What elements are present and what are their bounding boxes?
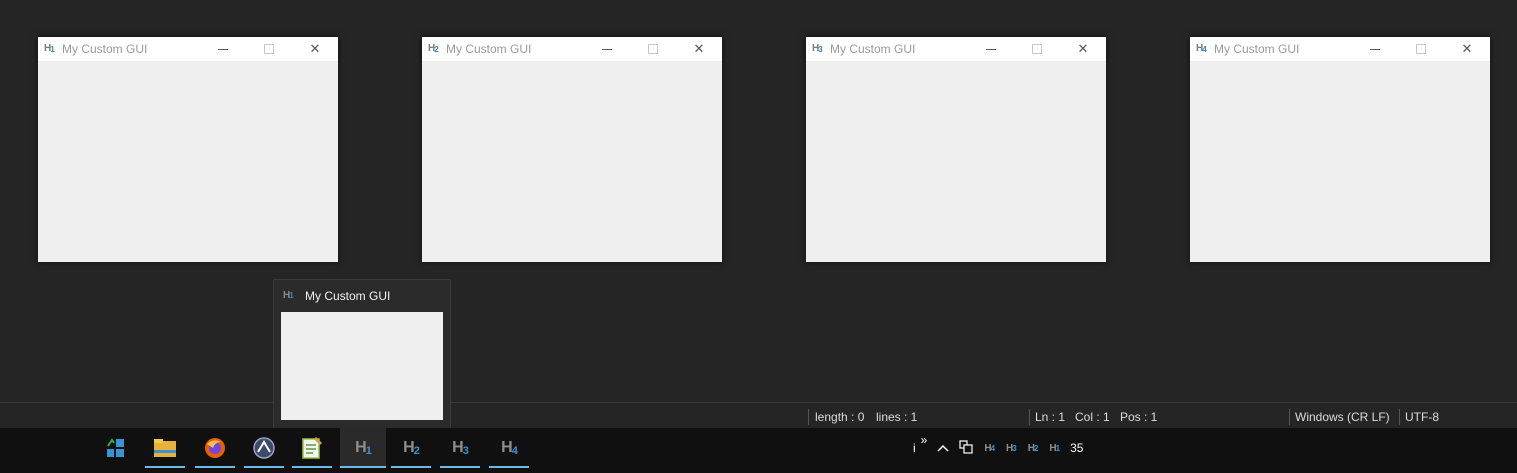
minimize-button[interactable] [200, 37, 246, 61]
close-button[interactable]: ✕ [1444, 37, 1490, 61]
maximize-button[interactable] [630, 37, 676, 61]
display-icon-button[interactable] [959, 439, 973, 457]
status-separator [1029, 409, 1030, 425]
window-title: My Custom GUI [830, 42, 916, 56]
info-icon[interactable]: i [913, 441, 916, 455]
close-button[interactable]: ✕ [676, 37, 722, 61]
window-title: My Custom GUI [1214, 42, 1300, 56]
app-icon: H1 [283, 290, 294, 301]
tray-hgui-4-icon[interactable]: H4 [984, 443, 995, 454]
running-indicator [489, 466, 529, 468]
clock[interactable]: 35 [1070, 441, 1083, 455]
app-icon: H2 [428, 43, 439, 54]
status-bar: length : 0 lines : 1 Ln : 1 Col : 1 Pos … [0, 402, 1517, 429]
hgui-2-icon: H2 [403, 439, 420, 457]
app-icon: H1 [44, 43, 55, 54]
system-tray: i » H4 H3 H2 H1 35 [908, 428, 1088, 468]
tray-hgui-3-icon[interactable]: H3 [1006, 443, 1017, 454]
hgui-4-button[interactable]: H4 [489, 428, 529, 468]
notepad-plus-plus-button[interactable] [292, 428, 332, 468]
window-client-area [422, 61, 722, 262]
status-encoding[interactable]: UTF-8 [1405, 410, 1439, 424]
running-indicator [244, 466, 284, 468]
maximize-button[interactable] [1014, 37, 1060, 61]
gui-window-4[interactable]: H4 My Custom GUI ✕ [1190, 37, 1490, 262]
maximize-icon [648, 44, 658, 54]
window-client-area [806, 61, 1106, 262]
hgui-1-icon: H1 [355, 439, 372, 457]
window-title: My Custom GUI [446, 42, 532, 56]
title-bar[interactable]: H2 My Custom GUI ✕ [422, 37, 722, 61]
autohotkey-button[interactable] [244, 428, 284, 468]
file-explorer-button[interactable] [145, 428, 185, 468]
app-icon: H4 [1196, 43, 1207, 54]
minimize-icon [1370, 48, 1380, 50]
status-eol[interactable]: Windows (CR LF) [1295, 410, 1390, 424]
status-line-number: Ln : 1 [1035, 410, 1066, 424]
chevron-up-icon [937, 444, 949, 452]
status-lines: lines : 1 [876, 410, 918, 424]
notepad-plus-plus-icon [302, 436, 323, 459]
maximize-icon [1032, 44, 1042, 54]
title-bar[interactable]: H3 My Custom GUI ✕ [806, 37, 1106, 61]
hgui-3-icon: H3 [452, 439, 469, 457]
firefox-button[interactable] [195, 428, 235, 468]
app-icon: H3 [812, 43, 823, 54]
running-indicator [145, 466, 185, 468]
file-explorer-icon [154, 439, 176, 457]
minimize-icon [218, 48, 228, 50]
maximize-icon [1416, 44, 1426, 54]
hgui-4-icon: H4 [501, 439, 518, 457]
running-indicator [340, 466, 386, 468]
status-separator [808, 409, 809, 425]
close-icon: ✕ [693, 41, 705, 56]
task-view-button[interactable] [96, 428, 136, 468]
title-bar[interactable]: H1 My Custom GUI ✕ [38, 37, 338, 61]
close-icon: ✕ [309, 41, 321, 56]
minimize-button[interactable] [584, 37, 630, 61]
gui-window-2[interactable]: H2 My Custom GUI ✕ [422, 37, 722, 262]
windows-display-icon [959, 439, 973, 454]
running-indicator [195, 466, 235, 468]
minimize-button[interactable] [968, 37, 1014, 61]
firefox-icon [205, 438, 225, 458]
gui-window-3[interactable]: H3 My Custom GUI ✕ [806, 37, 1106, 262]
chevron-icon[interactable]: » [921, 433, 928, 447]
minimize-icon [986, 48, 996, 50]
running-indicator [292, 466, 332, 468]
tray-hgui-1-icon[interactable]: H1 [1049, 443, 1060, 454]
task-view-icon [107, 438, 124, 457]
window-client-area [38, 61, 338, 262]
preview-thumbnail[interactable] [281, 312, 443, 420]
hgui-3-button[interactable]: H3 [440, 428, 480, 468]
status-column: Col : 1 [1075, 410, 1110, 424]
taskbar-thumbnail-preview[interactable]: H1 My Custom GUI [273, 279, 451, 429]
hgui-1-button[interactable]: H1 [340, 428, 386, 468]
maximize-icon [264, 44, 274, 54]
status-length: length : 0 [815, 410, 865, 424]
status-separator [1289, 409, 1290, 425]
show-hidden-icons-button[interactable] [937, 441, 949, 455]
close-icon: ✕ [1461, 41, 1473, 56]
title-bar[interactable]: H4 My Custom GUI ✕ [1190, 37, 1490, 61]
maximize-button[interactable] [246, 37, 292, 61]
window-client-area [1190, 61, 1490, 262]
status-position: Pos : 1 [1120, 410, 1158, 424]
maximize-button[interactable] [1398, 37, 1444, 61]
running-indicator [391, 466, 431, 468]
close-button[interactable]: ✕ [292, 37, 338, 61]
close-icon: ✕ [1077, 41, 1089, 56]
taskbar: H1 H2 H3 H4 i » H4 H3 H2 H1 35 [0, 428, 1517, 473]
hgui-2-button[interactable]: H2 [391, 428, 431, 468]
close-button[interactable]: ✕ [1060, 37, 1106, 61]
status-separator [1399, 409, 1400, 425]
minimize-icon [602, 48, 612, 50]
window-title: My Custom GUI [62, 42, 148, 56]
gui-window-1[interactable]: H1 My Custom GUI ✕ [38, 37, 338, 262]
minimize-button[interactable] [1352, 37, 1398, 61]
tray-hgui-2-icon[interactable]: H2 [1028, 443, 1039, 454]
preview-title: My Custom GUI [305, 289, 391, 303]
autohotkey-icon [253, 437, 275, 459]
running-indicator [440, 466, 480, 468]
